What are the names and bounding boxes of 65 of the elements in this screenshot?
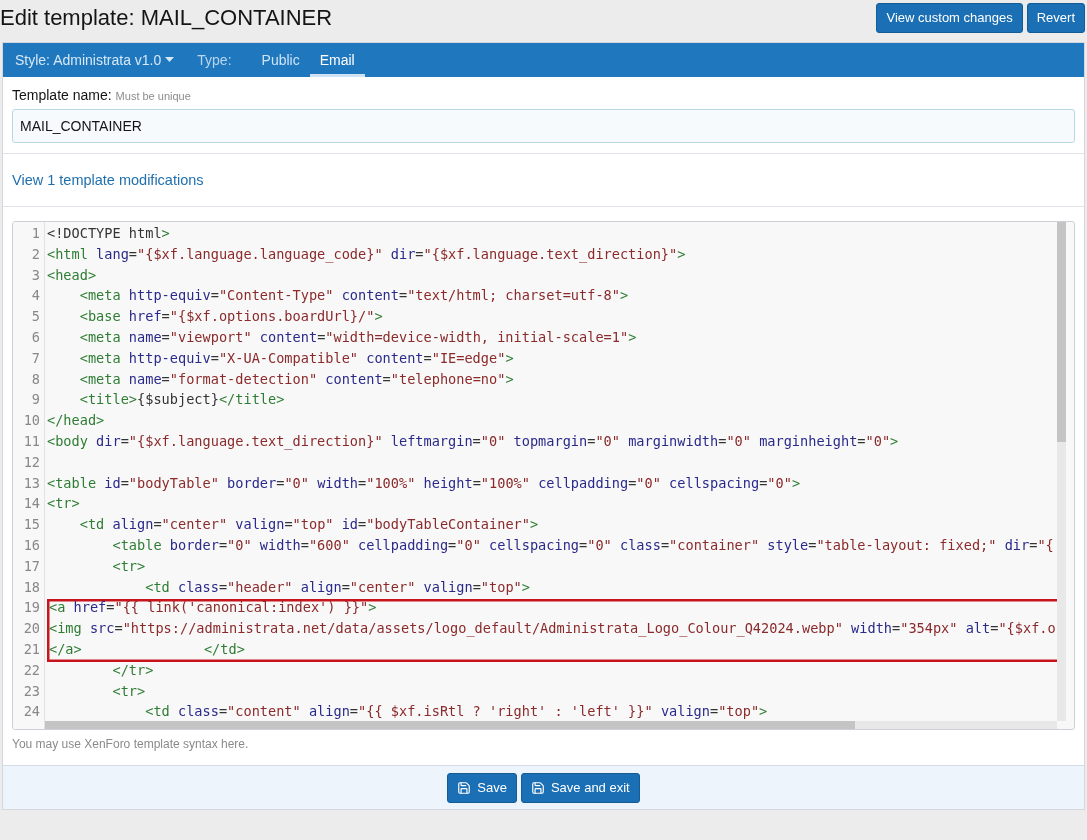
line-number: 8: [30, 370, 41, 389]
page-title: Edit template: MAIL_CONTAINER: [0, 4, 333, 31]
code-line: <td class="content" align="{{ $xf.isRtl ? 'right' : 'left' }}" valign="top">: [144, 703, 768, 722]
line-number: 7: [30, 349, 41, 368]
line-number: 1: [30, 225, 41, 243]
code-line: <meta http-equiv="Content-Type" content="text/html; charset=utf-8">: [78, 287, 629, 306]
save-icon: [457, 780, 472, 795]
code-line: <head>: [47, 266, 97, 285]
save-button[interactable]: Save and exit: [520, 772, 640, 803]
code-line: <body dir="{$xf.language.text_direction}" leftmargin="0" topmargin="0" marginwidth="0" marginheight="0">: [47, 432, 899, 452]
line-number: 5: [30, 308, 41, 327]
code-line: <table border="0" width="600" cellpadding="0" cellspacing="0" class="container" style="table-layout: fixed;" dir="{: [111, 536, 1054, 555]
line-number: 16: [22, 536, 41, 555]
code-line: <meta http-equiv="X-UA-Compatible" content="IE=edge">: [78, 349, 514, 368]
code-editor[interactable]: [12, 221, 1075, 730]
caret-icon: [165, 57, 175, 63]
code-line: </td>: [203, 640, 245, 659]
line-number: 19: [22, 599, 41, 618]
code-line: <!DOCTYPE html>: [47, 225, 170, 243]
line-number: 3: [30, 266, 41, 285]
line-number: 22: [22, 661, 41, 680]
line-number: 23: [22, 682, 41, 701]
line-number: 18: [22, 578, 41, 597]
line-number: 20: [22, 620, 41, 639]
editor-hint: You may use XenForo template syntax here.: [12, 736, 250, 751]
header-button[interactable]: Revert: [1026, 2, 1085, 33]
header-button[interactable]: View custom changes: [876, 2, 1023, 33]
type-tab[interactable]: Public: [251, 43, 310, 77]
code-line: <tr>: [111, 557, 146, 576]
save-icon: [530, 780, 545, 795]
modifications-link[interactable]: View 1 template modifications: [12, 172, 204, 188]
code-line: </head>: [47, 412, 105, 431]
code-line: <base href="{$xf.options.boardUrl}/">: [78, 308, 383, 327]
code-line: <meta name="format-detection" content="telephone=no">: [78, 370, 514, 389]
line-number: 12: [22, 453, 41, 472]
line-number: 9: [30, 391, 41, 410]
line-number: 13: [22, 474, 41, 493]
code-line: <td class="header" align="center" valign="top">: [144, 578, 530, 597]
code-line: <tr>: [111, 682, 146, 701]
line-number: 17: [22, 557, 41, 576]
template-name-field[interactable]: MAIL_CONTAINER: [12, 109, 1075, 143]
line-number: 11: [22, 432, 41, 451]
code-line: <table id="bodyTable" border="0" width="100%" height="100%" cellpadding="0" cellspacing="0">: [47, 474, 801, 493]
field-label: Template name:: [12, 87, 112, 103]
vertical-scrollbar[interactable]: [1057, 222, 1066, 721]
line-number: 21: [22, 640, 41, 659]
code-line: </tr>: [111, 661, 154, 680]
line-number: 6: [30, 329, 41, 347]
save-button[interactable]: Save: [447, 772, 517, 803]
code-line: <td align="center" valign="top" id="bodyTableContainer">: [78, 516, 539, 535]
line-number: 2: [30, 245, 41, 264]
type-label: Type:: [197, 51, 232, 70]
line-number: 24: [22, 703, 41, 722]
line-number: 14: [22, 495, 41, 514]
code-line: <html lang="{$xf.language.language_code}" dir="{$xf.language.text_direction}">: [47, 245, 686, 265]
field-hint: Must be unique: [115, 90, 191, 102]
code-line: <title>{$subject}</title>: [78, 391, 285, 410]
line-number: 15: [22, 516, 41, 535]
code-line: <tr>: [47, 495, 80, 514]
code-line: <meta name="viewport" content="width=device-width, initial-scale=1">: [78, 329, 637, 347]
line-number: 4: [30, 287, 41, 306]
line-number: 10: [22, 412, 41, 431]
horizontal-scrollbar[interactable]: [45, 721, 1057, 729]
type-tab[interactable]: Email: [309, 43, 365, 77]
style-selector[interactable]: Style: Administrata v1.0: [12, 43, 178, 77]
